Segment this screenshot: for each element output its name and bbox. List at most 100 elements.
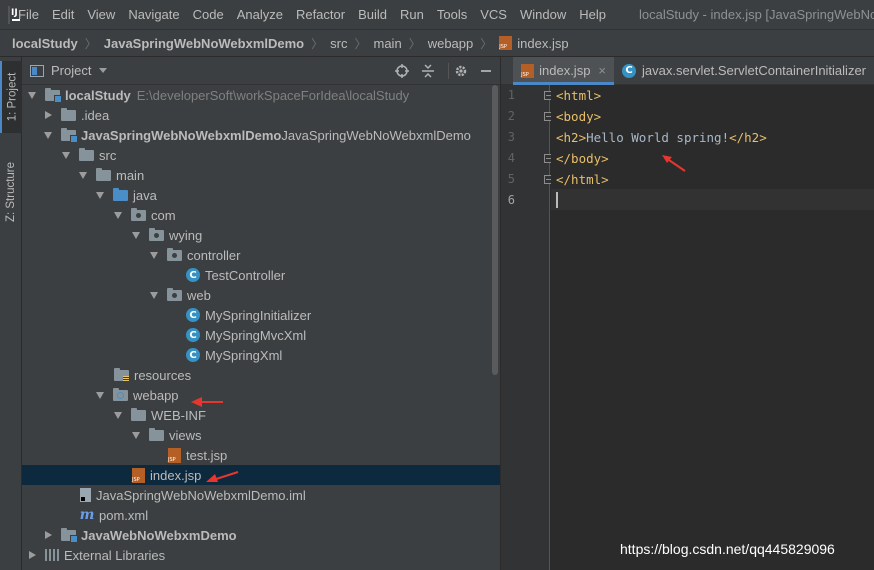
menu-analyze[interactable]: Analyze [237,7,283,22]
expanded-arrow-icon[interactable] [114,411,122,419]
tree-item-src[interactable]: src [22,145,500,165]
breadcrumb-webapp[interactable]: webapp [428,36,474,51]
expanded-arrow-icon[interactable] [150,251,158,259]
menu-navigate[interactable]: Navigate [128,7,179,22]
web-folder-icon [113,387,128,401]
tree-item-label: MySpringXml [205,347,283,363]
tree-item-iml[interactable]: JavaSpringWebNoWebxmlDemo.iml [22,485,500,505]
menu-run[interactable]: Run [400,7,424,22]
expanded-arrow-icon[interactable] [150,291,158,299]
tab-structure-label: Z: Structure [5,161,18,223]
intellij-logo-icon [8,5,20,24]
menu-window[interactable]: Window [520,7,566,22]
tree-item-myspringinitializer[interactable]: C MySpringInitializer [22,305,500,325]
tree-item-java[interactable]: java [22,185,500,205]
tree-item-javawebnowebxmdemo[interactable]: JavaWebNoWebxmDemo [22,525,500,545]
breadcrumb-file-label: index.jsp [517,35,569,51]
tree-item-web-inf[interactable]: WEB-INF [22,405,500,425]
tree-item-external-libraries[interactable]: External Libraries [22,545,500,565]
tree-item-webapp[interactable]: webapp [22,385,500,405]
tab-structure[interactable]: Z: Structure [0,149,22,235]
locate-target-icon[interactable] [394,63,410,79]
menu-build[interactable]: Build [358,7,387,22]
class-icon: C [186,348,200,362]
project-panel-title[interactable]: Project [51,63,91,78]
watermark-text: https://blog.csdn.net/qq445829096 [620,541,835,557]
breadcrumb-main[interactable]: main [374,36,402,51]
menu-view[interactable]: View [87,7,115,22]
breadcrumb-project[interactable]: localStudy [12,36,78,51]
collapse-all-icon[interactable] [420,63,436,79]
class-icon: C [622,63,637,78]
jsp-file-icon [168,447,181,463]
jsp-file-icon [499,36,513,50]
expanded-arrow-icon[interactable] [114,211,122,219]
menu-file[interactable]: File [18,7,39,22]
tree-item-label: src [99,147,117,163]
breadcrumb-module[interactable]: JavaSpringWebNoWebxmlDemo [104,36,304,51]
breadcrumb-separator-icon: 〉 [408,36,421,51]
menu-tools[interactable]: Tools [437,7,467,22]
project-tree-scrollbar[interactable] [492,85,498,375]
breadcrumb-file[interactable]: index.jsp [499,35,569,51]
tree-item-label: java [133,187,157,203]
tree-item-main[interactable]: main [22,165,500,185]
tree-item-views[interactable]: views [22,425,500,445]
annotation-arrow-icon [662,155,686,172]
tree-item-suffix: JavaSpringWebNoWebxmlDemo [281,127,471,143]
menu-refactor[interactable]: Refactor [296,7,345,22]
tab-project[interactable]: 1: Project [0,61,22,133]
tree-item-testcontroller[interactable]: C TestController [22,265,500,285]
tree-item-label: webapp [133,387,179,403]
tree-item-controller[interactable]: controller [22,245,500,265]
tree-item-localstudy[interactable]: localStudy E:\developerSoft\workSpaceFor… [22,85,500,105]
collapsed-arrow-icon[interactable] [29,551,36,559]
menu-code[interactable]: Code [193,7,224,22]
close-icon[interactable]: × [598,63,606,78]
breadcrumb-src[interactable]: src [330,36,347,51]
tab-servlet-container-initializer[interactable]: C javax.servlet.ServletContainerInitiali… [614,57,874,85]
code-editor[interactable]: <html> <body> <h2> Hello World spring! </h… [551,85,874,570]
tree-item-idea[interactable]: .idea [22,105,500,125]
window-title: localStudy - index.jsp [JavaSpringWebNo [638,7,874,22]
tree-item-label: index.jsp [150,467,202,483]
expanded-arrow-icon[interactable] [132,431,140,439]
minimize-icon[interactable] [478,63,494,79]
tree-item-module[interactable]: JavaSpringWebNoWebxmlDemo JavaSpringWebNo… [22,125,500,145]
expanded-arrow-icon[interactable] [132,231,140,239]
folder-icon [79,147,94,161]
code-text: Hello World spring! [586,130,730,145]
expanded-arrow-icon[interactable] [44,131,52,139]
tree-item-label: com [151,207,176,223]
tree-item-myspringxml[interactable]: C MySpringXml [22,345,500,365]
text-caret [556,192,558,208]
breadcrumb: localStudy 〉 JavaSpringWebNoWebxmlDemo 〉… [0,29,874,57]
menu-vcs[interactable]: VCS [480,7,507,22]
collapsed-arrow-icon[interactable] [45,111,52,119]
tree-item-label: JavaWebNoWebxmDemo [81,527,237,543]
tree-item-wying[interactable]: wying [22,225,500,245]
breadcrumb-separator-icon: 〉 [354,36,367,51]
expanded-arrow-icon[interactable] [96,391,104,399]
tree-item-myspringmvcxml[interactable]: C MySpringMvcXml [22,325,500,345]
folder-icon [149,427,164,441]
chevron-down-icon[interactable] [99,68,108,73]
menu-help[interactable]: Help [579,7,606,22]
expanded-arrow-icon[interactable] [79,171,87,179]
expanded-arrow-icon[interactable] [96,191,104,199]
code-line: <body> [556,106,601,127]
tree-item-resources[interactable]: resources [22,365,500,385]
tab-index-jsp[interactable]: index.jsp × [513,56,615,85]
tree-item-pom[interactable]: m pom.xml [22,505,500,525]
gear-icon[interactable] [453,63,469,79]
collapsed-arrow-icon[interactable] [45,531,52,539]
tree-item-test-jsp[interactable]: test.jsp [22,445,500,465]
tree-item-com[interactable]: com [22,205,500,225]
source-folder-icon [113,187,128,201]
tree-item-index-jsp[interactable]: index.jsp [22,465,500,485]
menu-edit[interactable]: Edit [52,7,74,22]
line-number: 5 [507,172,515,186]
expanded-arrow-icon[interactable] [62,151,70,159]
expanded-arrow-icon[interactable] [28,91,36,99]
tree-item-web[interactable]: web [22,285,500,305]
